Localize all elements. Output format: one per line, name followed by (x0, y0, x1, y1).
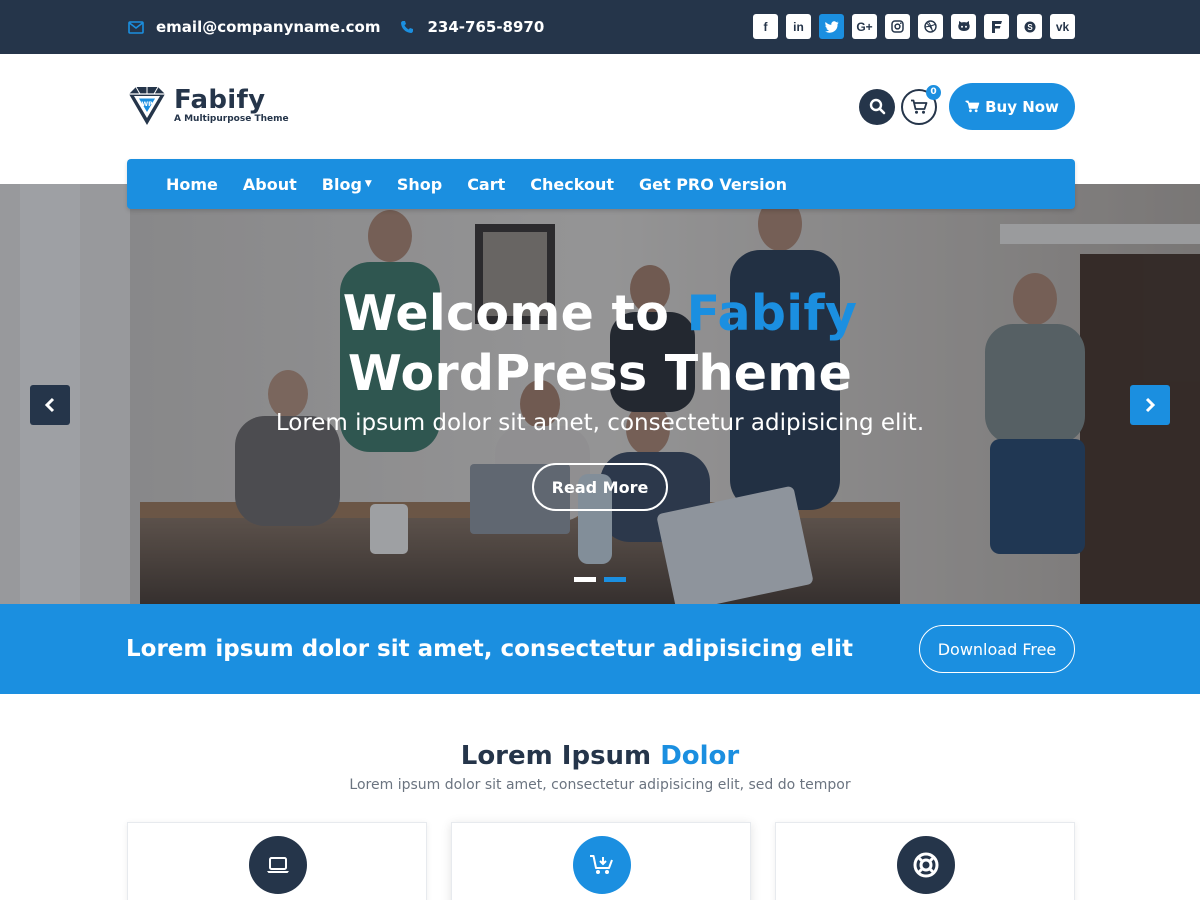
nav-item-about[interactable]: About (243, 175, 297, 194)
envelope-icon (127, 18, 145, 36)
dribbble-icon[interactable] (918, 14, 943, 39)
nav-item-blog-label: Blog (321, 174, 362, 194)
twitter-icon[interactable] (819, 14, 844, 39)
nav-item-home[interactable]: Home (166, 175, 218, 194)
vk-icon[interactable]: vk (1050, 14, 1075, 39)
top-bar: email@companyname.com 234-765-8970 f in … (0, 0, 1200, 54)
feature-card[interactable] (775, 822, 1075, 900)
feature-card[interactable] (451, 822, 751, 900)
logo-badge: WP (141, 101, 153, 108)
read-more-button[interactable]: Read More (532, 463, 668, 511)
cart-icon (911, 99, 928, 114)
buy-now-label: Buy Now (985, 97, 1059, 116)
phone-icon (398, 18, 416, 36)
hero-subtitle: Lorem ipsum dolor sit amet, consectetur … (275, 410, 925, 436)
linkedin-icon[interactable]: in (786, 14, 811, 39)
nav-item-checkout[interactable]: Checkout (530, 175, 614, 194)
main-navigation: Home About Blog ▼ Shop Cart Checkout Get… (127, 159, 1075, 209)
life-ring-icon (897, 836, 955, 894)
slider-dot[interactable] (574, 577, 596, 582)
logo-title: Fabify (174, 85, 266, 115)
site-logo[interactable]: WP Fabify A Multipurpose Theme (127, 85, 289, 127)
search-icon (869, 98, 885, 115)
features-title: Lorem Ipsum Dolor (460, 741, 740, 771)
nav-item-cart[interactable]: Cart (467, 175, 505, 194)
email-link[interactable]: email@companyname.com (127, 18, 380, 36)
cart-icon (965, 100, 980, 113)
feature-card[interactable] (127, 822, 427, 900)
features-subtitle: Lorem ipsum dolor sit amet, consectetur … (349, 777, 851, 793)
slider-next-button[interactable] (1130, 385, 1170, 425)
hero-title-accent: Fabify (686, 285, 858, 342)
cart-button[interactable]: 0 (901, 84, 941, 125)
header-actions: 0 Buy Now (859, 83, 1075, 130)
cta-band: Lorem ipsum dolor sit amet, consectetur … (0, 604, 1200, 694)
cart-count-badge: 0 (926, 84, 941, 100)
hero-title: Welcome to Fabify WordPress Theme (342, 285, 858, 402)
download-free-button[interactable]: Download Free (919, 625, 1075, 673)
cta-text: Lorem ipsum dolor sit amet, consectetur … (126, 636, 854, 662)
social-links: f in G+ S vk (745, 14, 1075, 39)
nav-item-blog[interactable]: Blog ▼ (322, 175, 372, 194)
nav-item-shop[interactable]: Shop (397, 175, 442, 194)
phone-text: 234-765-8970 (427, 18, 545, 36)
svg-text:S: S (1027, 23, 1033, 32)
slider-dots (574, 577, 634, 582)
facebook-icon[interactable]: f (753, 14, 778, 39)
chevron-right-icon (1145, 397, 1156, 413)
caret-down-icon: ▼ (364, 179, 372, 189)
slider-prev-button[interactable] (30, 385, 70, 425)
email-text: email@companyname.com (156, 18, 381, 36)
diamond-logo-icon: WP (129, 86, 165, 125)
github-icon[interactable] (951, 14, 976, 39)
google-plus-icon[interactable]: G+ (852, 14, 877, 39)
hero-slider: Welcome to Fabify WordPress Theme Lorem … (0, 184, 1200, 604)
phone-link[interactable]: 234-765-8970 (398, 18, 544, 36)
foursquare-icon[interactable] (984, 14, 1009, 39)
laptop-icon (249, 836, 307, 894)
search-button[interactable] (859, 88, 895, 125)
chevron-left-icon (44, 397, 55, 413)
cart-download-icon (573, 836, 631, 894)
nav-item-get-pro[interactable]: Get PRO Version (639, 175, 787, 194)
buy-now-button[interactable]: Buy Now (949, 83, 1075, 130)
slider-dot-active[interactable] (604, 577, 626, 582)
instagram-icon[interactable] (885, 14, 910, 39)
skype-icon[interactable]: S (1017, 14, 1042, 39)
contact-info: email@companyname.com 234-765-8970 (127, 0, 562, 54)
features-title-accent: Dolor (660, 741, 740, 771)
logo-tagline: A Multipurpose Theme (174, 114, 289, 124)
